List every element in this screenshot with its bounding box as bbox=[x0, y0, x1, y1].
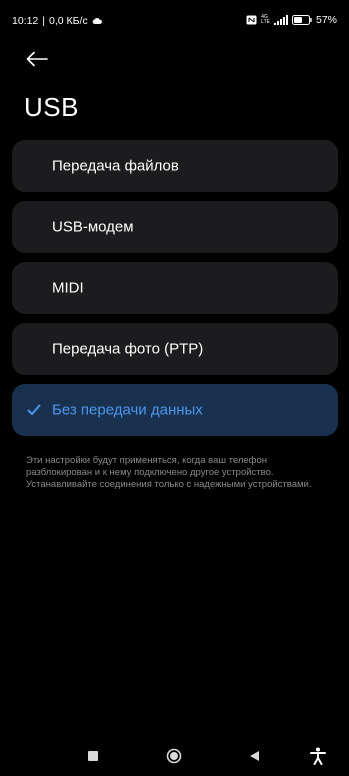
usb-settings-screen: 10:12 | 0,0 КБ/с 4G LTE 57% USB Передача… bbox=[0, 0, 349, 776]
option-usb-modem[interactable]: USB-модем bbox=[12, 201, 338, 253]
signal-strength-icon bbox=[273, 15, 288, 25]
accessibility-button[interactable] bbox=[307, 745, 329, 767]
status-right: 4G LTE 57% bbox=[246, 14, 337, 26]
status-left: 10:12 | 0,0 КБ/с bbox=[12, 15, 102, 27]
status-speed: 0,0 КБ/с bbox=[49, 15, 88, 27]
usb-mode-options: Передача файлов USB-модем MIDI Передача … bbox=[12, 140, 338, 445]
checkmark-icon bbox=[27, 404, 41, 415]
info-note: Эти настройки будут применяться, когда в… bbox=[26, 455, 312, 490]
option-photo-transfer[interactable]: Передача фото (PTP) bbox=[12, 323, 338, 375]
back-nav-button[interactable] bbox=[243, 745, 265, 767]
page-title: USB bbox=[24, 92, 79, 122]
nfc-icon bbox=[246, 15, 257, 25]
cloud-icon bbox=[92, 18, 102, 24]
recents-button[interactable] bbox=[82, 745, 104, 767]
navigation-bar bbox=[0, 736, 349, 776]
circle-icon bbox=[166, 748, 182, 764]
battery-percent: 57% bbox=[315, 14, 337, 26]
network-sub: LTE bbox=[261, 19, 270, 25]
status-separator: | bbox=[42, 15, 46, 27]
option-no-data-transfer[interactable]: Без передачи данных bbox=[12, 384, 338, 436]
square-icon bbox=[88, 751, 98, 761]
back-button[interactable] bbox=[24, 49, 50, 69]
option-midi[interactable]: MIDI bbox=[12, 262, 338, 314]
triangle-back-icon bbox=[250, 751, 259, 761]
option-label: Передача фото (PTP) bbox=[52, 340, 204, 358]
accessibility-icon bbox=[310, 747, 326, 765]
status-time: 10:12 bbox=[12, 15, 39, 27]
option-label: Передача файлов bbox=[52, 157, 179, 175]
home-button[interactable] bbox=[163, 745, 185, 767]
option-file-transfer[interactable]: Передача файлов bbox=[12, 140, 338, 192]
network-type-label: 4G LTE bbox=[261, 15, 270, 25]
option-label: Без передачи данных bbox=[52, 401, 203, 419]
option-label: USB-модем bbox=[52, 218, 134, 236]
arrow-left-icon bbox=[26, 51, 48, 67]
option-label: MIDI bbox=[52, 279, 84, 297]
battery-icon bbox=[291, 15, 312, 25]
status-bar: 10:12 | 0,0 КБ/с 4G LTE 57% bbox=[0, 0, 349, 40]
